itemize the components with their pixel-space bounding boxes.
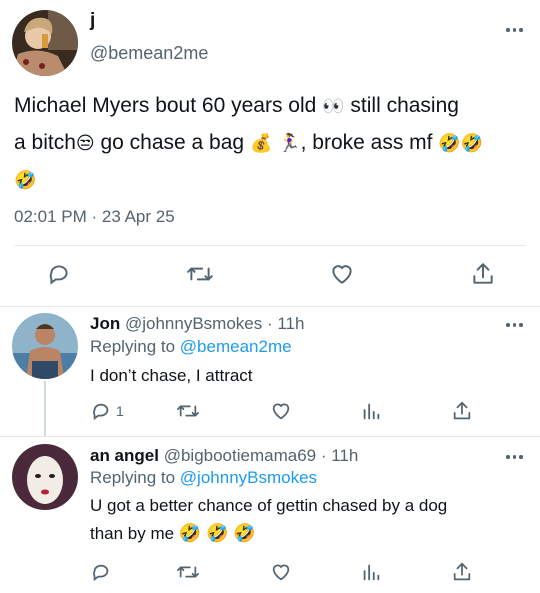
views-button[interactable] [360,400,382,422]
like-button[interactable] [328,261,356,287]
views-button[interactable] [360,561,382,583]
thread-line [44,381,46,437]
retweet-icon [187,267,213,281]
more-icon[interactable] [502,451,527,463]
tweet-timestamp[interactable]: 02:01 PM · 23 Apr 25 [14,207,175,227]
share-icon [473,263,493,284]
more-icon[interactable] [502,24,527,36]
reply-author-name[interactable]: an angel [90,446,159,465]
share-button[interactable] [470,261,496,287]
replying-to: Replying to @bemean2me [90,337,292,356]
divider [0,436,540,437]
main-avatar[interactable] [12,10,78,76]
divider [14,245,526,246]
reply-header: an angel @bigbootiemama69 · 11h [90,446,358,466]
laugh-emoji: 🤣 [206,523,229,544]
reply-avatar[interactable] [12,313,78,379]
reply-button[interactable]: 1 [90,400,124,422]
reply-text: U got a better chance of gettin chased b… [90,496,448,544]
like-button[interactable] [269,561,293,583]
laugh-emoji: 🤣 [460,133,484,154]
like-button[interactable] [269,400,293,422]
laugh-emoji: 🤣 [14,170,37,191]
replying-to-link[interactable]: @johnnyBsmokes [180,468,317,487]
like-icon [332,265,352,284]
author-name[interactable]: j [90,10,95,32]
more-icon[interactable] [502,319,527,331]
reply-button[interactable] [46,261,72,287]
reply-count: 1 [116,403,124,419]
reply-header: Jon @johnnyBsmokes · 11h [90,314,304,334]
share-button[interactable] [451,400,473,422]
share-icon [453,401,471,420]
reply-text: I don’t chase, I attract [90,366,253,385]
reply-avatar[interactable] [12,444,78,510]
author-handle[interactable]: @bemean2me [90,43,208,64]
laugh-emoji: 🤣 [438,133,461,154]
retweet-icon [177,405,199,417]
divider [0,306,540,307]
retweet-button[interactable] [176,400,200,422]
reply-icon [93,564,109,582]
reply-time[interactable]: · 11h [321,446,359,465]
replying-to: Replying to @johnnyBsmokes [90,468,318,487]
reply-author-handle[interactable]: @bigbootiemama69 [164,446,316,465]
laugh-emoji: 🤣 [178,523,202,544]
eyes-emoji: 👀 [322,96,345,117]
tweet-text: Michael Myers bout 60 years old 👀 still … [14,94,484,191]
reply-icon [49,265,68,285]
views-icon [363,403,380,420]
reply-button[interactable] [90,561,112,583]
reply-author-handle[interactable]: @johnnyBsmokes [125,314,262,333]
like-icon [272,564,290,581]
reply-time[interactable]: · 11h [267,314,305,333]
moneybag-emoji: 💰 [249,133,273,154]
share-icon [453,562,471,581]
share-button[interactable] [451,561,473,583]
reply-icon [93,403,109,421]
views-icon [363,564,380,581]
replying-to-link[interactable]: @bemean2me [180,337,292,356]
retweet-button[interactable] [186,261,214,287]
reply-author-name[interactable]: Jon [90,314,120,333]
unamused-emoji: 😒 [75,133,95,154]
runner-emoji: 🏃‍♀️ [278,133,301,154]
retweet-button[interactable] [176,561,200,583]
laugh-emoji: 🤣 [233,523,256,544]
like-icon [272,403,290,420]
retweet-icon [177,566,199,578]
